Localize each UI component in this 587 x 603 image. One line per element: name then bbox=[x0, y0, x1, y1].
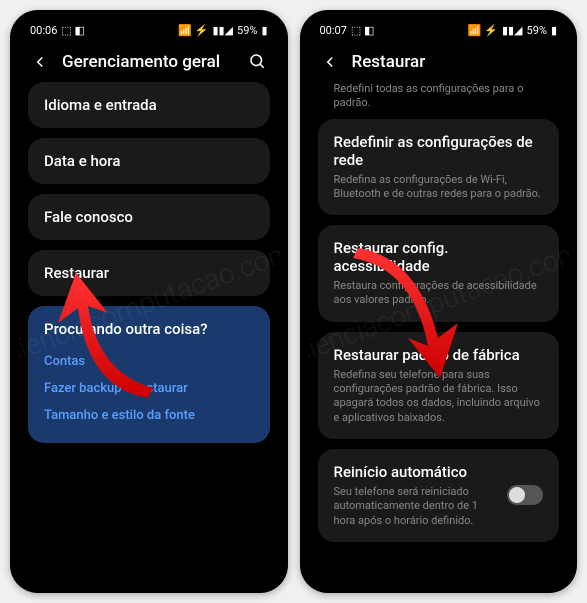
item-restaurar[interactable]: Restaurar bbox=[28, 250, 270, 296]
header: Restaurar bbox=[308, 42, 570, 82]
suggestions-title: Procurando outra coisa? bbox=[44, 320, 254, 338]
item-padrao-fabrica[interactable]: Restaurar padrão de fábrica Redefina seu… bbox=[318, 332, 560, 439]
toggle-knob bbox=[509, 487, 525, 503]
item-desc: Restaura configurações de acessibilidade… bbox=[334, 279, 544, 308]
battery-text: 59% bbox=[237, 24, 257, 37]
status-left: 00:06 ⬚ ◧ bbox=[30, 24, 85, 37]
item-label: Data e hora bbox=[44, 152, 254, 170]
battery-icon: ▮ bbox=[551, 24, 557, 37]
screen-right: 00:07 ⬚ ◧ 📶 ⚡ ▮▮◢ 59% ▮ Restaurar Redefi… bbox=[308, 18, 570, 585]
status-time: 00:07 bbox=[320, 24, 347, 37]
toggle-desc: Seu telefone será reiniciado automaticam… bbox=[334, 485, 498, 528]
status-right: 📶 ⚡ ▮▮◢ 59% ▮ bbox=[468, 24, 557, 37]
wifi-icon: 📶 ⚡ bbox=[468, 24, 498, 37]
item-desc: Redefina seu telefone para suas configur… bbox=[334, 368, 544, 425]
header: Gerenciamento geral bbox=[18, 42, 280, 82]
item-idioma[interactable]: Idioma e entrada bbox=[28, 82, 270, 128]
status-bar: 00:06 ⬚ ◧ 📶 ⚡ ▮▮◢ 59% ▮ bbox=[18, 18, 280, 42]
item-data-hora[interactable]: Data e hora bbox=[28, 138, 270, 184]
back-icon[interactable] bbox=[320, 52, 340, 72]
back-icon[interactable] bbox=[30, 52, 50, 72]
status-left: 00:07 ⬚ ◧ bbox=[320, 24, 375, 37]
item-restaurar-acess[interactable]: Restaurar config. acessibilidade Restaur… bbox=[318, 225, 560, 322]
item-label: Idioma e entrada bbox=[44, 96, 254, 114]
status-bar: 00:07 ⬚ ◧ 📶 ⚡ ▮▮◢ 59% ▮ bbox=[308, 18, 570, 42]
item-label: Redefinir as configurações de rede bbox=[334, 133, 544, 169]
item-label: Restaurar bbox=[44, 264, 254, 282]
suggestions-panel: Procurando outra coisa? Contas Fazer bac… bbox=[28, 306, 270, 443]
item-label: Restaurar padrão de fábrica bbox=[334, 346, 544, 364]
item-redefinir-rede[interactable]: Redefinir as configurações de rede Redef… bbox=[318, 119, 560, 216]
toggle-switch[interactable] bbox=[507, 485, 543, 505]
item-fale-conosco[interactable]: Fale conosco bbox=[28, 194, 270, 240]
content-area: Redefini todas as configurações para o p… bbox=[308, 82, 570, 552]
status-icons: ⬚ ◧ bbox=[61, 24, 85, 37]
page-title: Restaurar bbox=[352, 52, 558, 72]
content-area: Idioma e entrada Data e hora Fale conosc… bbox=[18, 82, 280, 443]
screen-left: 00:06 ⬚ ◧ 📶 ⚡ ▮▮◢ 59% ▮ Gerenciamento ge… bbox=[18, 18, 280, 585]
item-label: Fale conosco bbox=[44, 208, 254, 226]
toggle-title: Reinício automático bbox=[334, 463, 498, 481]
signal-icon: ▮▮◢ bbox=[502, 24, 523, 37]
search-icon[interactable] bbox=[248, 52, 268, 72]
wifi-icon: 📶 ⚡ bbox=[178, 24, 208, 37]
page-title: Gerenciamento geral bbox=[62, 52, 248, 72]
link-fonte[interactable]: Tamanho e estilo da fonte bbox=[44, 402, 254, 429]
status-time: 00:06 bbox=[30, 24, 57, 37]
battery-icon: ▮ bbox=[261, 24, 267, 37]
phone-frame-left: 00:06 ⬚ ◧ 📶 ⚡ ▮▮◢ 59% ▮ Gerenciamento ge… bbox=[10, 10, 288, 593]
battery-text: 59% bbox=[527, 24, 547, 37]
item-label: Restaurar config. acessibilidade bbox=[334, 239, 544, 275]
phone-frame-right: 00:07 ⬚ ◧ 📶 ⚡ ▮▮◢ 59% ▮ Restaurar Redefi… bbox=[300, 10, 578, 593]
link-contas[interactable]: Contas bbox=[44, 348, 254, 375]
status-icons: ⬚ ◧ bbox=[351, 24, 375, 37]
status-right: 📶 ⚡ ▮▮◢ 59% ▮ bbox=[178, 24, 267, 37]
item-desc: Redefina as configurações de Wi-Fi, Blue… bbox=[334, 173, 544, 202]
signal-icon: ▮▮◢ bbox=[212, 24, 233, 37]
link-backup[interactable]: Fazer backup e restaurar bbox=[44, 375, 254, 402]
top-description: Redefini todas as configurações para o p… bbox=[318, 82, 560, 119]
item-reinicio-auto[interactable]: Reinício automático Seu telefone será re… bbox=[318, 449, 560, 542]
toggle-text: Reinício automático Seu telefone será re… bbox=[334, 463, 498, 528]
